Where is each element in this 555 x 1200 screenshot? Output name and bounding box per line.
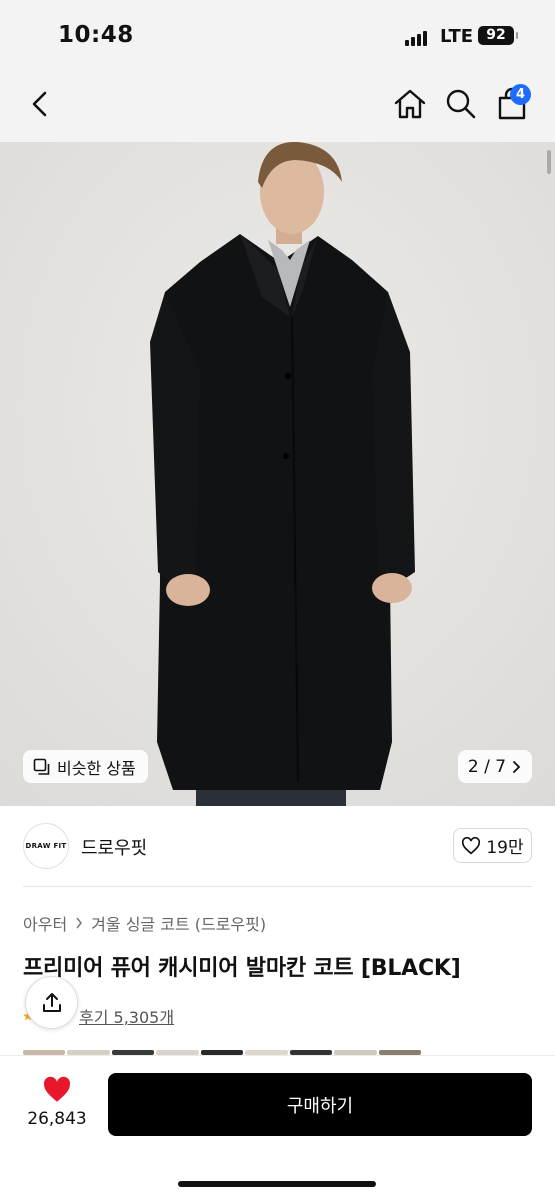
home-button[interactable] <box>392 86 428 122</box>
scroll-indicator <box>547 150 551 174</box>
signal-icon <box>405 30 431 46</box>
review-count-link[interactable]: 후기 5,305개 <box>79 1004 174 1028</box>
home-icon <box>394 89 426 119</box>
purchase-bar: 26,843 구매하기 <box>0 1055 555 1200</box>
status-bar: 10:48 LTE 92 <box>0 0 555 70</box>
image-page-indicator[interactable]: 2 / 7 <box>458 750 532 783</box>
breadcrumb-item[interactable]: 아우터 <box>23 911 67 935</box>
chevron-right-icon <box>513 760 521 773</box>
similar-products-label: 비슷한 상품 <box>57 758 136 778</box>
heart-filled-icon <box>43 1076 71 1102</box>
share-icon <box>42 992 61 1012</box>
network-type: LTE <box>440 26 474 47</box>
breadcrumb-item[interactable]: 겨울 싱글 코트 (드로우핏) <box>91 911 266 935</box>
share-button[interactable] <box>25 976 78 1029</box>
wishlist-count: 26,843 <box>27 1109 87 1129</box>
nav-bar <box>0 70 555 142</box>
brand-like-button[interactable]: 19만 <box>453 828 532 863</box>
search-icon <box>446 89 476 119</box>
brand-like-count: 19만 <box>486 838 524 858</box>
home-indicator <box>178 1181 376 1187</box>
product-title: 프리미어 퓨어 캐시미어 발마칸 코트 [BLACK] <box>23 956 461 981</box>
battery-icon: 92 <box>478 26 518 45</box>
brand-row[interactable]: DRAW FIT 드로우핏 19만 <box>0 806 555 886</box>
back-button[interactable] <box>22 86 58 122</box>
search-button[interactable] <box>443 86 479 122</box>
brand-name[interactable]: 드로우핏 <box>81 834 147 860</box>
chevron-right-icon <box>76 917 83 929</box>
heart-outline-icon <box>462 836 481 854</box>
chevron-left-icon <box>32 91 47 117</box>
model-coat-photo <box>0 142 555 806</box>
wishlist-button[interactable]: 26,843 <box>24 1076 90 1129</box>
buy-button[interactable]: 구매하기 <box>108 1073 532 1136</box>
divider <box>23 886 532 887</box>
page-counter: 2 / 7 <box>467 756 507 777</box>
similar-products-button[interactable]: 비슷한 상품 <box>23 750 148 783</box>
cart-badge: 4 <box>510 84 531 105</box>
breadcrumb: 아우터 겨울 싱글 코트 (드로우핏) <box>23 911 266 935</box>
status-time: 10:48 <box>58 22 134 48</box>
brand-logo[interactable]: DRAW FIT <box>23 823 69 869</box>
copy-icon <box>33 758 50 775</box>
product-image[interactable] <box>0 142 555 806</box>
